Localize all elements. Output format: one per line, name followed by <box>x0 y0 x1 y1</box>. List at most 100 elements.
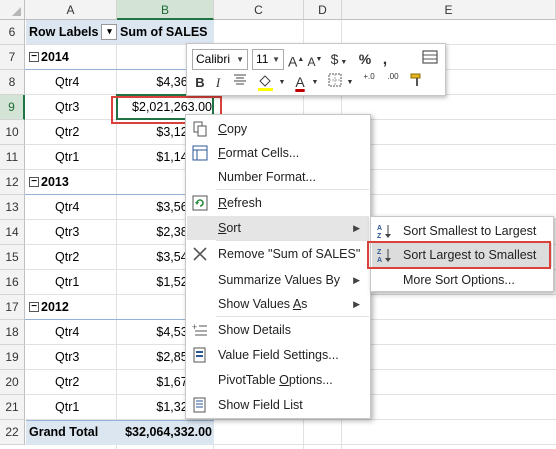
quarter-label[interactable]: Qtr4 <box>55 70 79 95</box>
borders-icon[interactable] <box>325 72 345 93</box>
column-header-c[interactable]: C <box>214 0 304 20</box>
cell-a-text: Qtr3 <box>55 100 80 114</box>
menu-item-label: Show Details <box>218 323 291 337</box>
menu-item-label: Show Values As <box>218 297 308 311</box>
format-painter-icon[interactable] <box>407 72 427 93</box>
svg-text:Z: Z <box>377 233 382 239</box>
menu-separator <box>216 240 369 241</box>
bold-button[interactable]: B <box>192 72 208 93</box>
grow-font-button[interactable]: A▲ <box>288 49 304 70</box>
collapse-icon[interactable]: − <box>29 176 39 187</box>
row-header[interactable]: 21 <box>0 395 25 420</box>
comma-button[interactable]: , <box>377 49 393 70</box>
menu-item-sort[interactable]: Sort ▶ <box>187 216 369 240</box>
percent-button[interactable]: % <box>355 49 375 70</box>
quarter-label[interactable]: Qtr4 <box>55 195 79 220</box>
submenu-item-sort-smallest-to-largest[interactable]: A Z Sort Smallest to Largest <box>372 219 552 243</box>
menu-item-label: PivotTable Options... <box>218 373 333 387</box>
quarter-label[interactable]: Qtr2 <box>55 370 79 395</box>
collapse-icon[interactable]: − <box>29 51 39 62</box>
quarter-label[interactable]: Qtr3 <box>55 220 79 245</box>
cell-a-text: Qtr4 <box>55 75 80 89</box>
grand-total-value[interactable]: $32,064,332.00 <box>118 420 212 445</box>
decrease-decimal-button[interactable]: .00 <box>383 72 403 93</box>
column-header-a[interactable]: A <box>25 0 117 20</box>
row-labels-header[interactable]: Row Labels ▾ <box>29 20 118 45</box>
year-group-label[interactable]: −2013 <box>29 170 69 195</box>
menu-item-summarize-values-by[interactable]: Summarize Values By ▶ <box>187 268 369 292</box>
remove-x-icon <box>192 246 208 262</box>
year-group-label[interactable]: −2012 <box>29 295 69 320</box>
menu-item-value-field-settings[interactable]: Value Field Settings... <box>187 343 369 367</box>
filter-dropdown-icon[interactable]: ▾ <box>101 23 118 40</box>
quarter-label[interactable]: Qtr1 <box>55 270 79 295</box>
quarter-label[interactable]: Qtr1 <box>55 145 79 170</box>
column-header-e[interactable]: E <box>342 0 556 20</box>
format-table-icon[interactable] <box>421 49 439 70</box>
year-group-label[interactable]: −2014 <box>29 45 69 70</box>
cell-a-text: Qtr4 <box>55 200 80 214</box>
chevron-down-icon[interactable]: ▼ <box>346 72 354 93</box>
row-header[interactable]: 22 <box>0 420 25 445</box>
row-header[interactable]: 20 <box>0 370 25 395</box>
quarter-label[interactable]: Qtr3 <box>55 95 79 120</box>
collapse-icon[interactable]: − <box>29 301 39 312</box>
row-header[interactable]: 7 <box>0 45 25 70</box>
align-center-icon[interactable] <box>231 72 249 93</box>
currency-button[interactable]: $ ▼ <box>327 49 351 70</box>
chevron-down-icon[interactable]: ▼ <box>311 72 319 93</box>
grand-total-label[interactable]: Grand Total <box>29 420 98 445</box>
cell-a-text: 2013 <box>41 175 69 189</box>
row-header[interactable]: 19 <box>0 345 25 370</box>
row-header[interactable]: 8 <box>0 70 25 95</box>
row-header[interactable]: 6 <box>0 20 25 45</box>
menu-item-format-cells[interactable]: Format Cells... <box>187 141 369 165</box>
row-header[interactable]: 13 <box>0 195 25 220</box>
select-all-corner[interactable] <box>0 0 25 20</box>
sum-of-sales-header[interactable]: Sum of SALES <box>120 20 208 45</box>
refresh-icon <box>192 195 208 211</box>
cell-a-text: Qtr2 <box>55 250 80 264</box>
increase-decimal-button[interactable]: +.0 <box>359 72 379 93</box>
menu-item-show-values-as[interactable]: Show Values As ▶ <box>187 292 369 316</box>
row-header[interactable]: 10 <box>0 120 25 145</box>
quarter-label[interactable]: Qtr1 <box>55 395 79 420</box>
menu-item-remove-sum-of-sales[interactable]: Remove "Sum of SALES" <box>187 242 369 266</box>
font-name-box[interactable]: Calibri ▼ <box>192 49 248 70</box>
submenu-item-more-sort-options[interactable]: More Sort Options... <box>372 268 552 292</box>
row-header[interactable]: 15 <box>0 245 25 270</box>
mini-toolbar: Calibri ▼ 11 ▼ A▲ A▼ $ ▼ % , B I ▼ A ▼ ▼… <box>186 43 446 96</box>
menu-separator <box>216 316 369 317</box>
quarter-label[interactable]: Qtr2 <box>55 120 79 145</box>
quarter-label[interactable]: Qtr4 <box>55 320 79 345</box>
menu-item-number-format[interactable]: Number Format... <box>187 165 369 189</box>
cell-a-text: Qtr3 <box>55 350 80 364</box>
row-header[interactable]: 18 <box>0 320 25 345</box>
fill-color-icon[interactable] <box>255 72 277 93</box>
cell-a-text: Qtr1 <box>55 150 80 164</box>
row-header[interactable]: 11 <box>0 145 25 170</box>
row-header[interactable]: 12 <box>0 170 25 195</box>
font-color-button[interactable]: A <box>290 72 310 93</box>
quarter-label[interactable]: Qtr3 <box>55 345 79 370</box>
font-size-box[interactable]: 11 ▼ <box>252 49 284 70</box>
chevron-down-icon[interactable]: ▼ <box>278 72 286 93</box>
menu-item-show-details[interactable]: + Show Details <box>187 318 369 342</box>
menu-item-label: Format Cells... <box>218 146 300 160</box>
row-header[interactable]: 9 <box>0 95 25 120</box>
chevron-down-icon: ▼ <box>272 55 280 64</box>
menu-item-copy[interactable]: Copy <box>187 117 369 141</box>
row-header[interactable]: 14 <box>0 220 25 245</box>
cell-a-text: Qtr2 <box>55 125 80 139</box>
menu-item-show-field-list[interactable]: Show Field List <box>187 393 369 417</box>
quarter-label[interactable]: Qtr2 <box>55 245 79 270</box>
column-header-d[interactable]: D <box>304 0 342 20</box>
cell-a-text: Grand Total <box>29 425 99 439</box>
row-header[interactable]: 16 <box>0 270 25 295</box>
menu-item-pivottable-options[interactable]: PivotTable Options... <box>187 368 369 392</box>
shrink-font-button[interactable]: A▼ <box>307 49 323 70</box>
italic-button[interactable]: I <box>211 72 225 93</box>
row-header[interactable]: 17 <box>0 295 25 320</box>
menu-item-refresh[interactable]: Refresh <box>187 191 369 215</box>
column-header-b[interactable]: B <box>117 0 214 20</box>
